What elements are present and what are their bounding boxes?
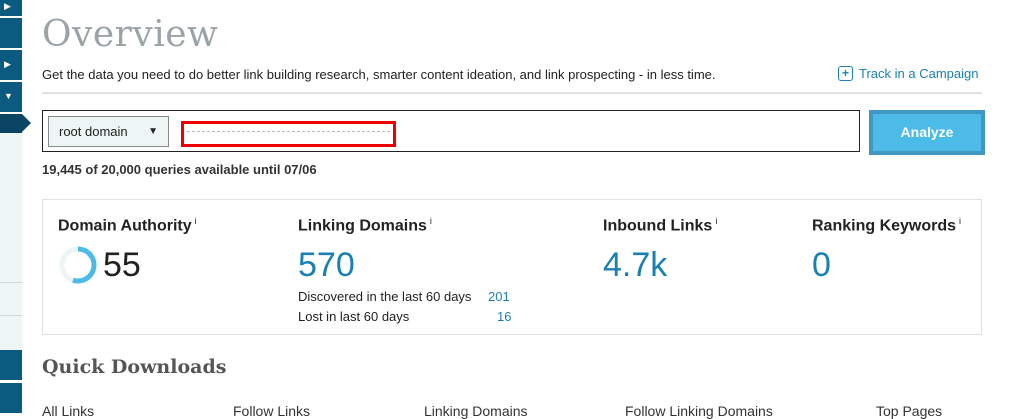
- lost-label: Lost in last 60 days: [298, 309, 410, 324]
- discovered-value[interactable]: 201: [488, 289, 510, 304]
- active-pointer-icon: [22, 114, 31, 132]
- ld-label: Linking Domains i: [298, 216, 432, 235]
- arrow-right-icon: ▶: [4, 1, 11, 11]
- da-gauge: [59, 246, 97, 284]
- plus-icon: +: [838, 66, 853, 81]
- scope-value: root domain: [59, 124, 128, 139]
- arrow-right-icon: ▶: [4, 59, 11, 69]
- da-label: Domain Authority i: [58, 216, 197, 235]
- analyze-button[interactable]: Analyze: [869, 110, 985, 155]
- download-follow-links[interactable]: Follow Links: [233, 403, 310, 419]
- scope-select[interactable]: root domain ▼: [48, 116, 169, 147]
- download-follow-linking-domains[interactable]: Follow Linking Domains: [625, 403, 773, 419]
- arrow-down-icon: ▼: [4, 91, 13, 101]
- download-top-pages[interactable]: Top Pages: [876, 403, 942, 419]
- info-icon[interactable]: i: [195, 216, 197, 226]
- sidebar-panel: [0, 133, 22, 350]
- il-value[interactable]: 4.7k: [603, 246, 667, 285]
- page-subtitle: Get the data you need to do better link …: [42, 67, 716, 82]
- sidebar-tab-3[interactable]: ▶: [0, 50, 22, 80]
- sidebar-tab-1[interactable]: ▶: [0, 0, 22, 16]
- quick-downloads-title: Quick Downloads: [42, 356, 227, 378]
- track-campaign-link[interactable]: + Track in a Campaign: [838, 66, 978, 81]
- divider: [42, 92, 982, 94]
- sidebar-tab-5[interactable]: [0, 350, 22, 380]
- page-title: Overview: [42, 14, 219, 55]
- rk-value[interactable]: 0: [812, 246, 831, 285]
- sidebar-tab-2[interactable]: [0, 18, 22, 48]
- il-label: Inbound Links i: [603, 216, 718, 235]
- sidebar-tab-6[interactable]: [0, 383, 22, 413]
- sidebar-tab-4[interactable]: ▼: [0, 82, 22, 112]
- caret-down-icon: ▼: [148, 126, 158, 137]
- track-label: Track in a Campaign: [859, 66, 979, 81]
- download-all-links[interactable]: All Links: [42, 403, 94, 419]
- rk-label: Ranking Keywords i: [812, 216, 962, 235]
- info-icon[interactable]: i: [959, 216, 961, 226]
- discovered-label: Discovered in the last 60 days: [298, 289, 472, 304]
- info-icon[interactable]: i: [430, 216, 432, 226]
- ld-value[interactable]: 570: [298, 246, 355, 285]
- download-linking-domains[interactable]: Linking Domains: [424, 403, 528, 419]
- sidebar-tab-active[interactable]: [0, 114, 22, 133]
- lost-value[interactable]: 16: [497, 309, 511, 324]
- quota-text: 19,445 of 20,000 queries available until…: [42, 162, 317, 177]
- info-icon[interactable]: i: [715, 216, 717, 226]
- url-input-redacted[interactable]: [181, 121, 396, 147]
- da-value: 55: [103, 246, 141, 284]
